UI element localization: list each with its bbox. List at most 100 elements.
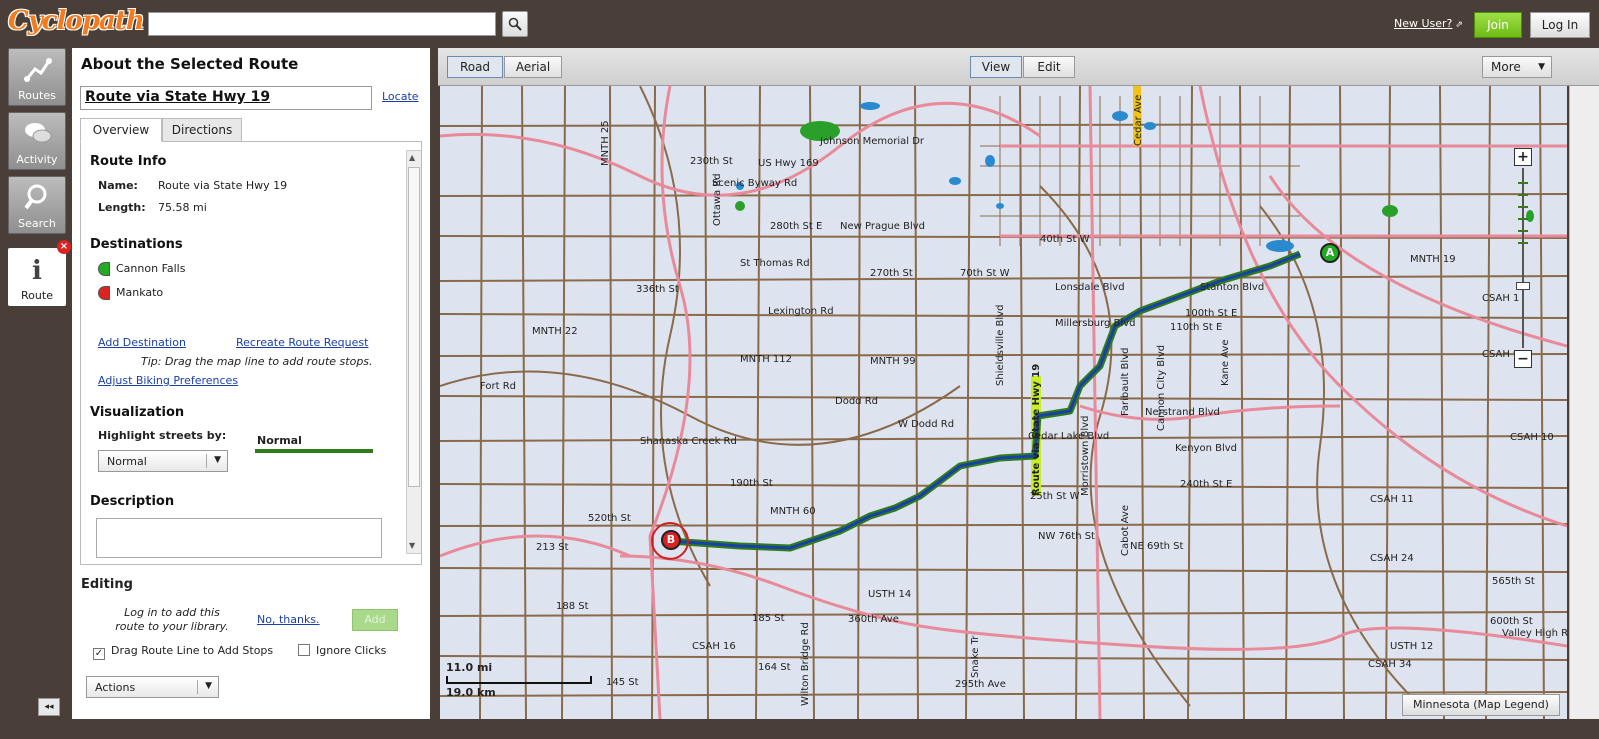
search-button[interactable]	[502, 11, 528, 37]
map-label: MNTH 19	[1410, 254, 1456, 265]
route-info-heading: Route Info	[90, 154, 167, 169]
zoom-tick	[1518, 206, 1528, 208]
map-route-label: Route via State Hwy 19	[1031, 363, 1042, 496]
scale-km: 19.0 km	[446, 686, 496, 699]
map-label: NW 76th St	[1038, 531, 1095, 542]
login-button[interactable]: Log In	[1530, 12, 1590, 38]
map-label: US Hwy 169	[758, 158, 819, 169]
route-name-field[interactable]: Route via State Hwy 19	[80, 86, 372, 110]
destination-name: Mankato	[116, 286, 164, 299]
left-nav: Routes Activity Search i Route × ◂◂	[0, 48, 72, 739]
map-label: Valley High Rd	[1502, 628, 1567, 639]
destination-item[interactable]: Cannon Falls	[98, 262, 185, 276]
map-label: Kane Ave	[1220, 339, 1231, 386]
route-details-panel: About the Selected Route Route via State…	[72, 48, 430, 719]
chevron-down-icon: ▼	[214, 455, 221, 465]
zoom-tick	[1518, 194, 1528, 196]
join-button[interactable]: Join	[1474, 12, 1522, 38]
close-route-icon[interactable]: ×	[57, 240, 71, 254]
cyclopath-logo[interactable]: Cyclopath	[8, 6, 145, 36]
nav-routes-button[interactable]: Routes	[8, 48, 66, 106]
highlight-label: Highlight streets by:	[98, 429, 227, 442]
magnifier-icon	[508, 17, 522, 31]
zoom-out-button[interactable]: −	[1514, 350, 1532, 368]
map-label: 565th St	[1492, 576, 1535, 587]
zoom-slider-thumb[interactable]	[1516, 282, 1530, 290]
tab-directions[interactable]: Directions	[162, 118, 242, 142]
search-input[interactable]	[148, 12, 496, 36]
map-label: 164 St	[758, 662, 791, 673]
no-thanks-link[interactable]: No, thanks.	[257, 613, 320, 626]
add-destination-link[interactable]: Add Destination	[98, 336, 186, 349]
zoom-tick	[1518, 218, 1528, 220]
new-user-label[interactable]: New User?	[1394, 17, 1452, 30]
map-canvas[interactable]: B A MNTH 25 230th St Scenic Byway Rd US …	[440, 86, 1567, 719]
map-label: CSAH 34	[1368, 659, 1412, 670]
road-view-button[interactable]: Road	[447, 56, 503, 78]
panel-scrollbar[interactable]: ▲ ▼	[406, 150, 421, 554]
map-label: Johnson Memorial Dr	[820, 136, 925, 147]
tab-overview[interactable]: Overview	[80, 118, 162, 142]
map-label: CSAH 16	[692, 641, 736, 652]
info-icon: i	[32, 256, 42, 285]
map-label: 100th St E	[1185, 308, 1238, 319]
adjust-preferences-link[interactable]: Adjust Biking Preferences	[98, 374, 238, 387]
map-label: 270th St	[870, 268, 913, 279]
recreate-route-link[interactable]: Recreate Route Request	[236, 336, 368, 349]
scroll-down-icon[interactable]: ▼	[409, 541, 415, 550]
ignore-clicks-checkbox[interactable]: Ignore Clicks	[298, 644, 386, 657]
map-label: 520th St	[588, 513, 631, 524]
map-label: 190th St	[730, 478, 773, 489]
view-mode-button[interactable]: View	[970, 56, 1022, 78]
drag-tip: Tip: Drag the map line to add route stop…	[141, 355, 373, 368]
add-button[interactable]: Add	[352, 609, 398, 631]
ignore-clicks-label: Ignore Clicks	[316, 644, 387, 657]
map-label: 185 St	[752, 613, 785, 624]
nav-search-button[interactable]: Search	[8, 176, 66, 234]
more-button[interactable]: More ▼	[1482, 56, 1552, 78]
zoom-in-button[interactable]: +	[1514, 148, 1532, 166]
map-label: MNTH 22	[532, 326, 578, 337]
map-label: Stanton Blvd	[1200, 282, 1265, 293]
nav-activity-label: Activity	[16, 153, 58, 166]
aerial-view-button[interactable]: Aerial	[504, 56, 562, 78]
top-bar: Cyclopath New User? ⇗ Join Log In	[0, 0, 1599, 48]
actions-select[interactable]: Actions ▼	[86, 676, 219, 698]
map-legend-button[interactable]: Minnesota (Map Legend)	[1402, 694, 1560, 716]
map-label: Lonsdale Blvd	[1055, 282, 1125, 293]
zoom-tick	[1518, 182, 1528, 184]
map-label: 213 St	[536, 542, 569, 553]
map-label: MNTH 99	[870, 356, 916, 367]
new-user-link[interactable]: New User? ⇗	[1394, 17, 1463, 30]
map-label: Cannon City Blvd	[1156, 344, 1167, 431]
scrollbar-thumb[interactable]	[408, 167, 420, 487]
drag-route-checkbox[interactable]: ✓ Drag Route Line to Add Stops	[93, 644, 273, 660]
green-marker-icon	[98, 262, 110, 276]
editing-heading: Editing	[81, 577, 133, 592]
map-label: Morristown Blvd	[1080, 415, 1091, 496]
map-label: Cedar Ave	[1133, 94, 1144, 146]
login-to-add-text: Log in to add this route to your library…	[115, 606, 229, 633]
edit-mode-button[interactable]: Edit	[1023, 56, 1075, 78]
nav-activity-button[interactable]: Activity	[8, 112, 66, 170]
map-label: NE 69th St	[1130, 541, 1184, 552]
map-label: 360th Ave	[848, 614, 899, 625]
destination-item[interactable]: Mankato	[98, 286, 163, 300]
map-label: Cabot Ave	[1120, 504, 1131, 556]
map-label: MNTH 112	[740, 354, 793, 365]
map-label: USTH 12	[1390, 641, 1434, 652]
map-label: Shieldsville Blvd	[995, 304, 1006, 386]
collapse-panel-button[interactable]: ◂◂	[38, 698, 60, 716]
highlight-select[interactable]: Normal ▼	[98, 450, 228, 472]
marker-a[interactable]: A	[1320, 243, 1340, 263]
map-label: 145 St	[606, 677, 639, 688]
map-label: Wilton Bridge Rd	[800, 622, 811, 706]
map-label: Kenyon Blvd	[1175, 443, 1238, 454]
map-label: New Prague Blvd	[840, 221, 926, 232]
locate-link[interactable]: Locate	[382, 90, 419, 103]
description-field[interactable]	[96, 518, 382, 558]
nav-route-button[interactable]: i Route	[8, 248, 66, 306]
chevron-down-icon: ▼	[205, 681, 212, 691]
marker-b[interactable]: B	[661, 530, 681, 550]
scroll-up-icon[interactable]: ▲	[409, 153, 415, 162]
